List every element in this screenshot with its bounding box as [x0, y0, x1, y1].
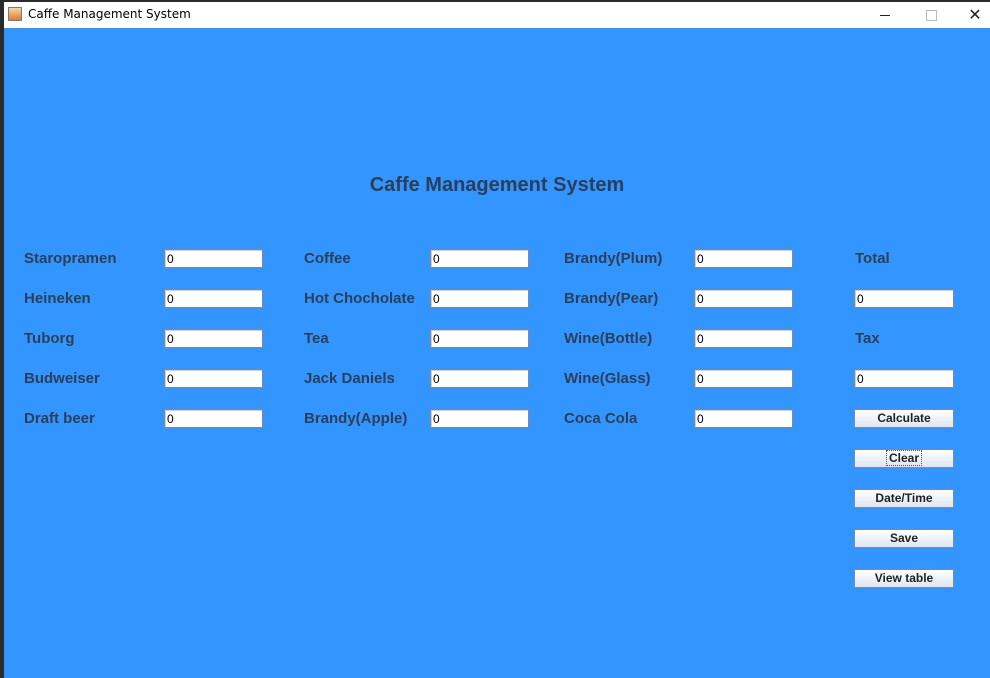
label-staropramen: Staropramen [24, 250, 117, 267]
label-budweiser: Budweiser [24, 370, 100, 387]
coca-cola-field[interactable] [694, 409, 793, 428]
label-brandy-apple: Brandy(Apple) [304, 410, 408, 427]
maximize-icon [925, 9, 937, 21]
label-wine-bottle: Wine(Bottle) [564, 330, 653, 347]
maximize-button[interactable] [908, 2, 954, 28]
label-coca-cola: Coca Cola [564, 410, 638, 427]
heineken-field[interactable] [164, 289, 263, 308]
minimize-icon [880, 14, 890, 16]
tuborg-field[interactable] [164, 329, 263, 348]
label-tuborg: Tuborg [24, 330, 75, 347]
jack-daniels-field[interactable] [430, 369, 529, 388]
brandy-pear-field[interactable] [694, 289, 793, 308]
label-coffee: Coffee [304, 250, 351, 267]
label-draft-beer: Draft beer [24, 410, 95, 427]
wine-bottle-field[interactable] [694, 329, 793, 348]
brandy-apple-field[interactable] [430, 409, 529, 428]
minimize-button[interactable] [862, 2, 908, 28]
label-brandy-pear: Brandy(Pear) [564, 290, 659, 307]
label-heineken: Heineken [24, 290, 91, 307]
total-field[interactable] [854, 289, 954, 308]
tax-field[interactable] [854, 369, 954, 388]
label-tea: Tea [304, 330, 329, 347]
view-table-button[interactable]: View table [854, 569, 954, 588]
close-icon: ✕ [968, 7, 982, 24]
datetime-button[interactable]: Date/Time [854, 489, 954, 508]
clear-button-label: Clear [885, 450, 923, 466]
app-window: Caffe Management System ✕ Caffe Manageme… [4, 2, 990, 678]
brandy-plum-field[interactable] [694, 249, 793, 268]
java-app-icon [8, 7, 22, 21]
label-jack-daniels: Jack Daniels [304, 370, 395, 387]
clear-button[interactable]: Clear [854, 449, 954, 468]
staropramen-field[interactable] [164, 249, 263, 268]
label-hot-chocholate: Hot Chocholate [304, 290, 415, 307]
coffee-field[interactable] [430, 249, 529, 268]
hot-chocholate-field[interactable] [430, 289, 529, 308]
draft-beer-field[interactable] [164, 409, 263, 428]
tea-field[interactable] [430, 329, 529, 348]
total-label: Total [855, 250, 890, 267]
wine-glass-field[interactable] [694, 369, 793, 388]
label-brandy-plum: Brandy(Plum) [564, 250, 663, 267]
budweiser-field[interactable] [164, 369, 263, 388]
calculate-button[interactable]: Calculate [854, 409, 954, 428]
title-bar[interactable]: Caffe Management System ✕ [4, 2, 990, 28]
close-button[interactable]: ✕ [952, 2, 990, 28]
main-panel: Caffe Management System Staropramen Hein… [4, 28, 990, 678]
page-title: Caffe Management System [369, 174, 625, 196]
window-title: Caffe Management System [28, 7, 191, 21]
tax-label: Tax [855, 330, 880, 347]
label-wine-glass: Wine(Glass) [564, 370, 651, 387]
save-button[interactable]: Save [854, 529, 954, 548]
